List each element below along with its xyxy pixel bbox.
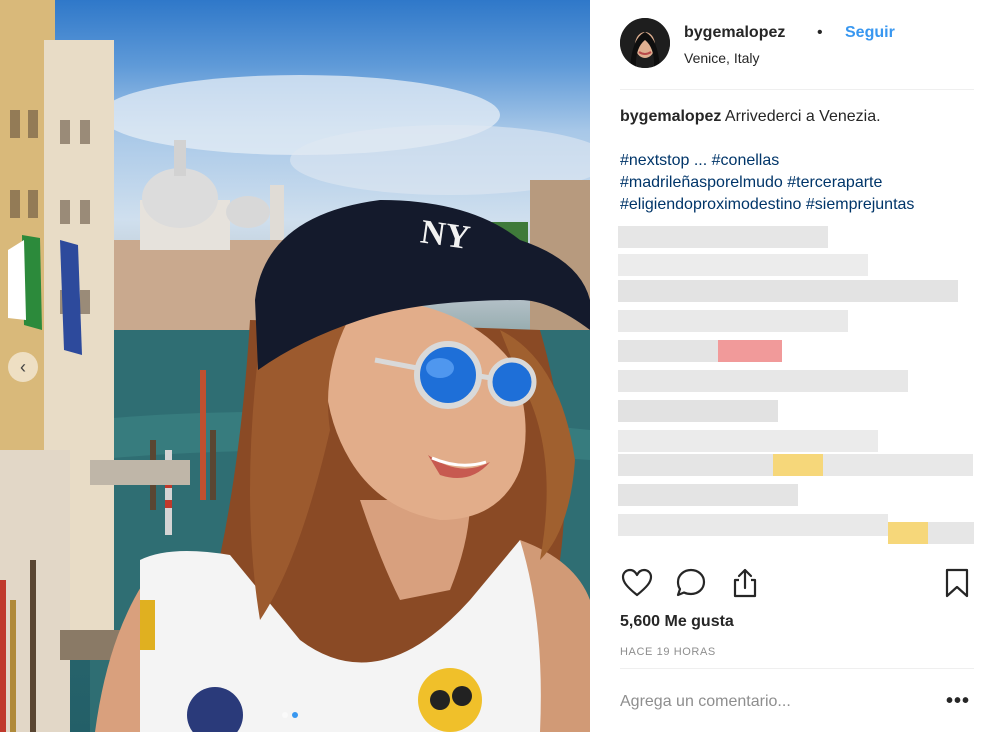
avatar[interactable] [620,18,670,68]
comment-button[interactable] [674,566,708,600]
carousel-prev-button[interactable]: ‹ [8,352,38,382]
venice-photo-illustration: NY [0,0,590,732]
post-header: bygemalopez • Seguir Venice, Italy [620,14,974,90]
bookmark-icon [945,568,969,598]
location-link[interactable]: Venice, Italy [684,50,760,66]
post-timestamp[interactable]: HACE 19 HORAS [620,646,716,658]
caption: bygemalopez Arrivederci a Venezia. [620,106,980,128]
carousel-indicator [282,712,298,718]
more-options-button[interactable]: ••• [946,690,970,713]
hashtag-link[interactable]: #siemprejuntas [806,196,915,213]
heart-icon [621,568,653,597]
comment-input[interactable] [620,686,930,718]
action-bar [620,566,974,606]
hashtag-link[interactable]: #conellas [712,152,780,169]
comment-icon [676,568,706,597]
username-link[interactable]: bygemalopez [684,24,785,42]
follow-button[interactable]: Seguir [845,24,895,42]
carousel-dot [282,712,288,718]
ellipsis-text: ... [693,152,708,169]
caption-username[interactable]: bygemalopez [620,108,721,125]
share-button[interactable] [728,566,762,600]
hashtag-list: #nextstop ... #conellas #madrileñasporel… [620,150,980,216]
chevron-left-icon: ‹ [20,356,26,377]
like-button[interactable] [620,566,654,600]
share-icon [733,568,757,598]
avatar-image [620,18,670,68]
post-details-panel: bygemalopez • Seguir Venice, Italy bygem… [590,0,1000,732]
hashtag-link[interactable]: #nextstop [620,152,689,169]
carousel-dot-active [292,712,298,718]
caption-text: Arrivederci a Venezia. [724,108,881,125]
post-photo[interactable]: NY ‹ [0,0,590,732]
save-button[interactable] [940,566,974,600]
divider [620,668,974,669]
separator-dot: • [817,24,823,41]
pixelated-comments-area [618,222,978,556]
svg-text:NY: NY [418,213,472,256]
hashtag-link[interactable]: #eligiendoproximodestino [620,196,801,213]
likes-count[interactable]: 5,600 Me gusta [620,613,734,631]
hashtag-link[interactable]: #madrileñasporelmudo [620,174,783,191]
hashtag-link[interactable]: #terceraparte [787,174,882,191]
